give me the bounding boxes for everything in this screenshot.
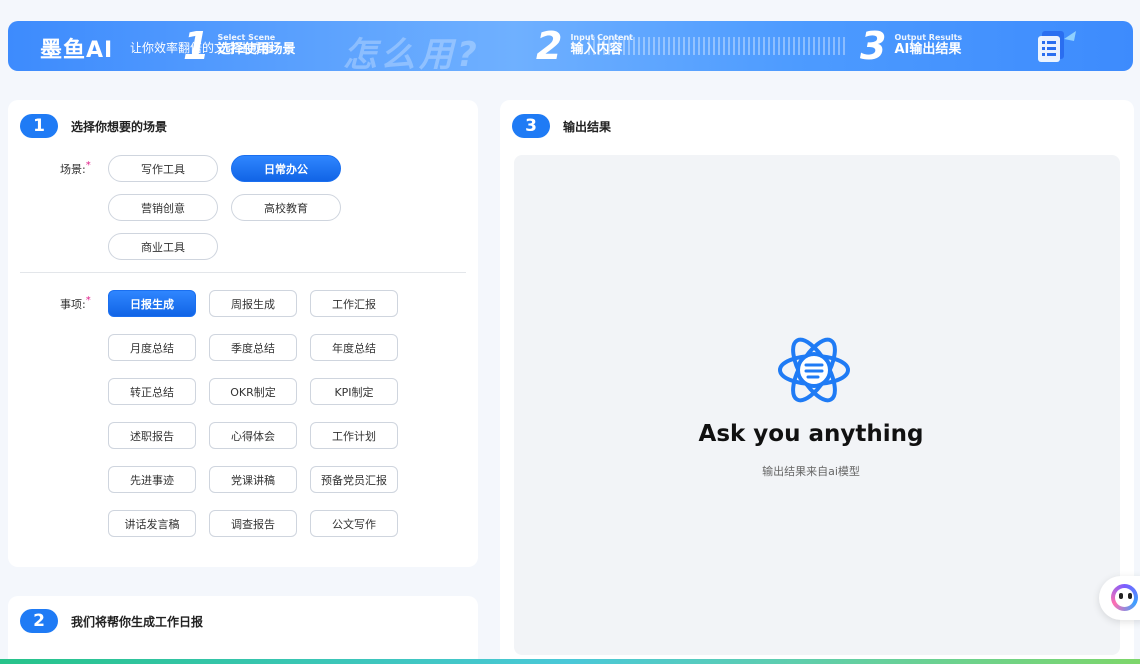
scene-chip-education[interactable]: 高校教育 xyxy=(231,194,341,221)
banner-ghost-text: 怎么用? xyxy=(343,35,481,71)
document-deco-icon xyxy=(1038,31,1076,62)
item-chip[interactable]: 工作汇报 xyxy=(310,290,398,317)
step-number: 2 xyxy=(536,24,563,68)
brand-logo[interactable]: 墨鱼AI xyxy=(40,32,113,64)
item-chip[interactable]: 调查报告 xyxy=(209,510,297,537)
section-header: 1 选择你想要的场景 xyxy=(20,114,167,138)
step-cn-label: 选择使用场景 xyxy=(217,42,296,58)
item-chip[interactable]: 工作计划 xyxy=(310,422,398,449)
scene-chip-writing[interactable]: 写作工具 xyxy=(108,155,218,182)
item-chip[interactable]: 党课讲稿 xyxy=(209,466,297,493)
item-chip[interactable]: OKR制定 xyxy=(209,378,297,405)
scene-chip-business[interactable]: 商业工具 xyxy=(108,233,218,260)
banner-step-1: 1 Select Scene 选择使用场景 xyxy=(183,23,295,69)
section-number-badge: 1 xyxy=(20,114,58,138)
empty-state-subtitle: 输出结果来自ai模型 xyxy=(762,465,860,478)
step-cn-label: 输入内容 xyxy=(570,42,623,58)
output-area: Ask you anything 输出结果来自ai模型 xyxy=(514,155,1120,655)
section-title: 我们将帮你生成工作日报 xyxy=(71,614,204,629)
scene-chip-marketing[interactable]: 营销创意 xyxy=(108,194,218,221)
atom-chat-icon xyxy=(778,337,850,403)
output-panel: 3 输出结果 Ask you anything 输出结果来自ai模型 xyxy=(500,100,1134,664)
step-cn-label: AI输出结果 xyxy=(894,42,962,58)
section-header: 3 输出结果 xyxy=(512,114,611,138)
input-panel: 2 我们将帮你生成工作日报 xyxy=(8,596,478,664)
item-label: 事项:* xyxy=(60,295,91,311)
item-chip[interactable]: 转正总结 xyxy=(108,378,196,405)
item-chip[interactable]: 季度总结 xyxy=(209,334,297,361)
item-chip[interactable]: 预备党员汇报 xyxy=(310,466,398,493)
section-title: 输出结果 xyxy=(563,119,612,134)
item-chip[interactable]: 心得体会 xyxy=(209,422,297,449)
scene-chip-office[interactable]: 日常办公 xyxy=(231,155,341,182)
section-title: 选择你想要的场景 xyxy=(71,119,168,134)
item-chip[interactable]: 周报生成 xyxy=(209,290,297,317)
top-banner: 怎么用? 墨鱼AI 让你效率翻倍的文字生成器 1 Select Scene 选择… xyxy=(8,21,1133,71)
item-chip[interactable]: 日报生成 xyxy=(108,290,196,317)
banner-step-2: 2 Input Content 输入内容 xyxy=(536,23,633,69)
divider xyxy=(20,272,466,273)
banner-step-3: 3 Output Results AI输出结果 xyxy=(860,23,962,69)
section-number-badge: 3 xyxy=(512,114,550,138)
section-number-badge: 2 xyxy=(20,609,58,633)
empty-state-title: Ask you anything xyxy=(698,421,924,447)
item-chip[interactable]: 公文写作 xyxy=(310,510,398,537)
scene-selection-panel: 1 选择你想要的场景 场景:* 写作工具 日常办公 营销创意 高校教育 商业工具… xyxy=(8,100,478,567)
scene-label: 场景:* xyxy=(60,160,91,176)
bottom-progress-bar xyxy=(0,659,1140,664)
step-number: 3 xyxy=(860,24,887,68)
item-chip[interactable]: KPI制定 xyxy=(310,378,398,405)
robot-assistant-icon[interactable] xyxy=(1099,576,1140,620)
item-chip[interactable]: 先进事迹 xyxy=(108,466,196,493)
item-chip[interactable]: 讲话发言稿 xyxy=(108,510,196,537)
item-chip[interactable]: 年度总结 xyxy=(310,334,398,361)
section-header: 2 我们将帮你生成工作日报 xyxy=(20,609,203,633)
step-number: 1 xyxy=(183,24,210,68)
item-chip[interactable]: 月度总结 xyxy=(108,334,196,361)
item-chip[interactable]: 述职报告 xyxy=(108,422,196,449)
